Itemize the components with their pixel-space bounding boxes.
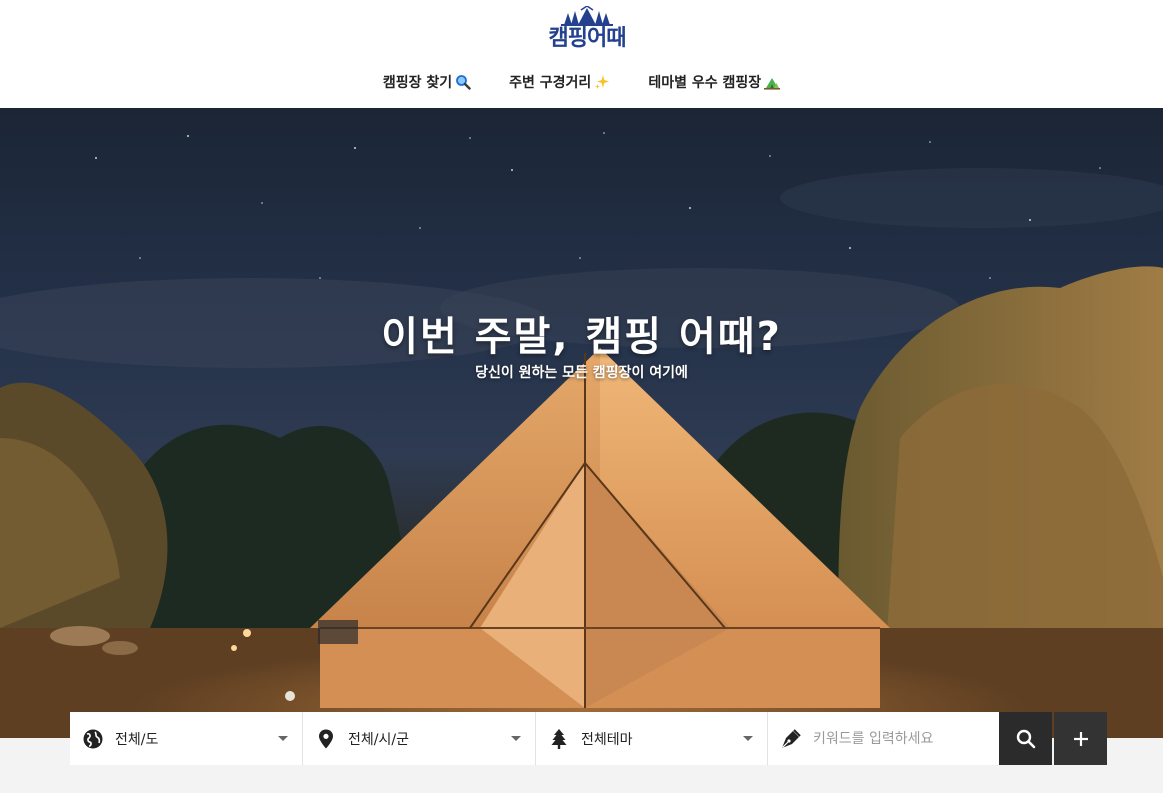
- logo-tent-trees-icon: [561, 6, 613, 26]
- site-header: 캠핑어때 캠핑장 찾기 주변 구경거리 테마별 우수 캠핑장: [0, 0, 1163, 108]
- plus-icon: [1073, 731, 1088, 746]
- nav-item-theme-best-campsites[interactable]: 테마별 우수 캠핑장: [648, 70, 781, 94]
- city-select-value: 전체/시/군: [348, 731, 409, 748]
- nav-item-label: 캠핑장 찾기: [382, 75, 453, 91]
- magnifier-emoji-icon: [456, 75, 471, 90]
- province-select[interactable]: 전체/도: [70, 712, 303, 765]
- theme-select[interactable]: 전체테마: [536, 712, 768, 765]
- pen-nib-icon: [782, 728, 801, 748]
- nav-item-nearby-attractions[interactable]: 주변 구경거리: [509, 70, 610, 94]
- keyword-field[interactable]: [768, 712, 999, 765]
- hero-title: 이번 주말, 캠핑 어때?: [381, 314, 782, 360]
- chevron-down-icon: [511, 736, 521, 741]
- city-select[interactable]: 전체/시/군: [303, 712, 536, 765]
- chevron-down-icon: [743, 736, 753, 741]
- search-icon: [1016, 729, 1035, 748]
- pine-tree-icon: [551, 728, 567, 749]
- keyword-input[interactable]: [813, 730, 983, 747]
- hero-camping-tent-night-image: [0, 132, 1163, 738]
- map-pin-icon: [319, 729, 333, 748]
- nav-item-label: 테마별 우수 캠핑장: [648, 75, 762, 91]
- campsite-search-bar: 전체/도 전체/시/군 전체테마: [70, 712, 1107, 765]
- hero-subtitle: 당신이 원하는 모든 캠핑장이 여기에: [475, 365, 688, 381]
- main-nav: 캠핑장 찾기 주변 구경거리 테마별 우수 캠핑장: [0, 70, 1163, 94]
- more-options-button[interactable]: [1054, 712, 1107, 765]
- logo[interactable]: 캠핑어때: [531, 6, 643, 56]
- hero-banner: 이번 주말, 캠핑 어때? 당신이 원하는 모든 캠핑장이 여기에: [0, 108, 1163, 738]
- globe-icon: [83, 729, 103, 748]
- nav-item-find-campsite[interactable]: 캠핑장 찾기: [383, 70, 471, 94]
- nav-item-label: 주변 구경거리: [509, 75, 592, 91]
- theme-select-value: 전체테마: [581, 731, 633, 748]
- province-select-value: 전체/도: [115, 731, 159, 748]
- search-button[interactable]: [999, 712, 1052, 765]
- chevron-down-icon: [278, 736, 288, 741]
- logo-text: 캠핑어때: [548, 26, 627, 51]
- sparkles-emoji-icon: [595, 75, 610, 89]
- camping-tent-emoji-icon: [764, 78, 781, 90]
